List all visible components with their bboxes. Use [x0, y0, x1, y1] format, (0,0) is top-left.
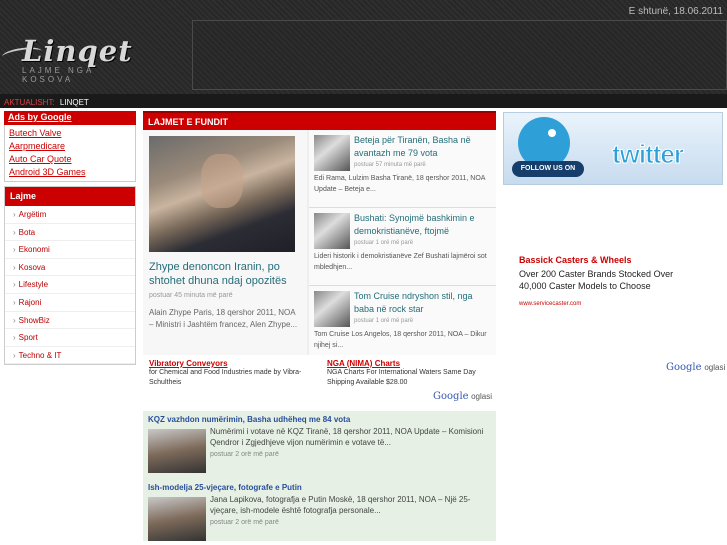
category-item-ekonomi[interactable]: Ekonomi — [5, 241, 135, 259]
right-google-label[interactable]: Google oglasi — [666, 362, 725, 373]
ad-link[interactable]: Auto Car Quote — [9, 153, 131, 166]
side-news-excerpt: Edi Rama, Lulzim Basha Tiranë, 18 qersho… — [314, 175, 486, 193]
twitter-follow-banner[interactable]: FOLLOW US ON twitter — [503, 112, 723, 185]
news-ticker: AKTUALISHT: LINQET — [0, 94, 727, 108]
google-ads-label[interactable]: Google oglasi — [143, 391, 496, 409]
google-logo: Google — [666, 362, 702, 373]
twitter-wordmark: twitter — [612, 139, 685, 170]
right-google-ad: Bassick Casters & Wheels Over 200 Caster… — [519, 255, 699, 310]
header-date: E shtunë, 18.06.2011 — [628, 6, 723, 17]
twitter-follow-label: FOLLOW US ON — [512, 161, 584, 177]
side-news-excerpt: Lideri historik i demokristianëve Zef Bu… — [314, 253, 487, 271]
google-ads-suffix: oglasi — [704, 363, 726, 372]
site-logo[interactable]: Linqet LAJME NGA KOSOVA — [1, 34, 142, 84]
category-item-showbiz[interactable]: ShowBiz — [5, 312, 135, 330]
google-ad-title[interactable]: Vibratory Conveyors — [149, 359, 309, 368]
more-news-item: Ish-modelja 25-vjeçare, fotografe e Puti… — [148, 483, 491, 545]
category-item-bota[interactable]: Bota — [5, 224, 135, 242]
more-news-thumbnail[interactable] — [148, 497, 206, 541]
left-sidebar: Ads by Google Butech Valve Aarpmedicare … — [4, 111, 136, 366]
ad-links: Butech Valve Aarpmedicare Auto Car Quote… — [4, 125, 136, 182]
category-item-kosova[interactable]: Kosova — [5, 259, 135, 277]
right-ad-url[interactable]: www.servicecaster.com — [519, 301, 581, 307]
google-logo: Google — [433, 391, 469, 402]
google-ads: Vibratory Conveyors for Chemical and Foo… — [143, 355, 496, 391]
ads-by-google-link[interactable]: Ads by Google — [4, 111, 136, 125]
more-news-block: KQZ vazhdon numërimin, Basha udhëheq me … — [143, 411, 496, 541]
featured-article-time: postuar 45 minuta më parë — [149, 292, 233, 299]
right-ad-desc: Over 200 Caster Brands Stocked Over 40,0… — [519, 269, 674, 291]
logo-tagline: LAJME NGA KOSOVA — [22, 66, 94, 84]
google-ads-suffix: oglasi — [471, 392, 492, 401]
more-news-excerpt: Numërimi i votave në KQZ Tiranë, 18 qers… — [210, 427, 484, 447]
logo-text: Linqet — [22, 34, 133, 68]
site-header: E shtunë, 18.06.2011 Linqet LAJME NGA KO… — [0, 0, 727, 94]
side-news-thumbnail[interactable] — [314, 135, 350, 171]
side-news-item: Bushati: Synojmë bashkimin e demokristia… — [309, 208, 496, 286]
side-news-time: postuar 1 orë më parë — [354, 240, 414, 246]
more-news-time: postuar 2 orë më parë — [210, 519, 279, 526]
featured-article-image[interactable] — [149, 136, 295, 252]
main-column: LAJMET E FUNDIT Zhype denoncon Iranin, p… — [143, 111, 496, 541]
ad-link[interactable]: Butech Valve — [9, 127, 131, 140]
category-item-sport[interactable]: Sport — [5, 329, 135, 347]
side-news-time: postuar 1 orë më parë — [354, 318, 414, 324]
ad-link[interactable]: Android 3D Games — [9, 166, 131, 179]
right-ad-title[interactable]: Bassick Casters & Wheels — [519, 255, 699, 265]
google-ad-title[interactable]: NGA (NIMA) Charts — [327, 359, 487, 368]
category-item-lifestyle[interactable]: Lifestyle — [5, 276, 135, 294]
featured-article-excerpt: Alain Zhype Paris, 18 qershor 2011, NOA … — [149, 308, 298, 329]
more-news-time: postuar 2 orë më parë — [210, 451, 279, 458]
latest-news-block: Zhype denoncon Iranin, po shtohet dhuna … — [143, 130, 496, 355]
category-item-rajoni[interactable]: Rajoni — [5, 294, 135, 312]
google-ad-item: NGA (NIMA) Charts NGA Charts For Interna… — [327, 359, 487, 391]
category-item-techno[interactable]: Techno & IT — [5, 347, 135, 365]
category-item-argetim[interactable]: Argëtim — [5, 206, 135, 224]
google-ad-desc: for Chemical and Food Industries made by… — [149, 369, 302, 386]
ticker-link[interactable]: LINQET — [60, 98, 89, 107]
side-news-thumbnail[interactable] — [314, 291, 350, 327]
side-news-item: Tom Cruise ndryshon stil, nga baba në ro… — [309, 286, 496, 355]
latest-news-header: LAJMET E FUNDIT — [143, 111, 496, 130]
side-news-item: Beteja për Tiranën, Basha në avantazh me… — [309, 130, 496, 208]
more-news-thumbnail[interactable] — [148, 429, 206, 473]
google-ad-desc: NGA Charts For International Waters Same… — [327, 369, 476, 386]
side-news-title[interactable]: Beteja për Tiranën, Basha në avantazh me… — [354, 134, 491, 160]
category-menu-title: Lajme — [5, 187, 135, 206]
ticker-label: AKTUALISHT: — [4, 98, 55, 107]
side-news-excerpt: Tom Cruise Los Angelos, 18 qershor 2011,… — [314, 331, 487, 349]
side-news-title[interactable]: Bushati: Synojmë bashkimin e demokristia… — [354, 212, 491, 238]
more-news-item: KQZ vazhdon numërimin, Basha udhëheq me … — [148, 415, 491, 477]
category-menu: Lajme Argëtim Bota Ekonomi Kosova Lifest… — [4, 186, 136, 366]
header-banner — [192, 20, 727, 90]
more-news-title[interactable]: Ish-modelja 25-vjeçare, fotografe e Puti… — [148, 483, 491, 492]
side-news-time: postuar 57 minuta më parë — [354, 162, 426, 168]
side-news-thumbnail[interactable] — [314, 213, 350, 249]
featured-article-title[interactable]: Zhype denoncon Iranin, po shtohet dhuna … — [149, 260, 301, 288]
featured-article: Zhype denoncon Iranin, po shtohet dhuna … — [143, 130, 307, 355]
more-news-excerpt: Jana Lapikova, fotografja e Putin Moskë,… — [210, 495, 471, 515]
ad-link[interactable]: Aarpmedicare — [9, 140, 131, 153]
google-ad-item: Vibratory Conveyors for Chemical and Foo… — [149, 359, 309, 391]
side-news-title[interactable]: Tom Cruise ndryshon stil, nga baba në ro… — [354, 290, 491, 316]
more-news-title[interactable]: KQZ vazhdon numërimin, Basha udhëheq me … — [148, 415, 491, 424]
